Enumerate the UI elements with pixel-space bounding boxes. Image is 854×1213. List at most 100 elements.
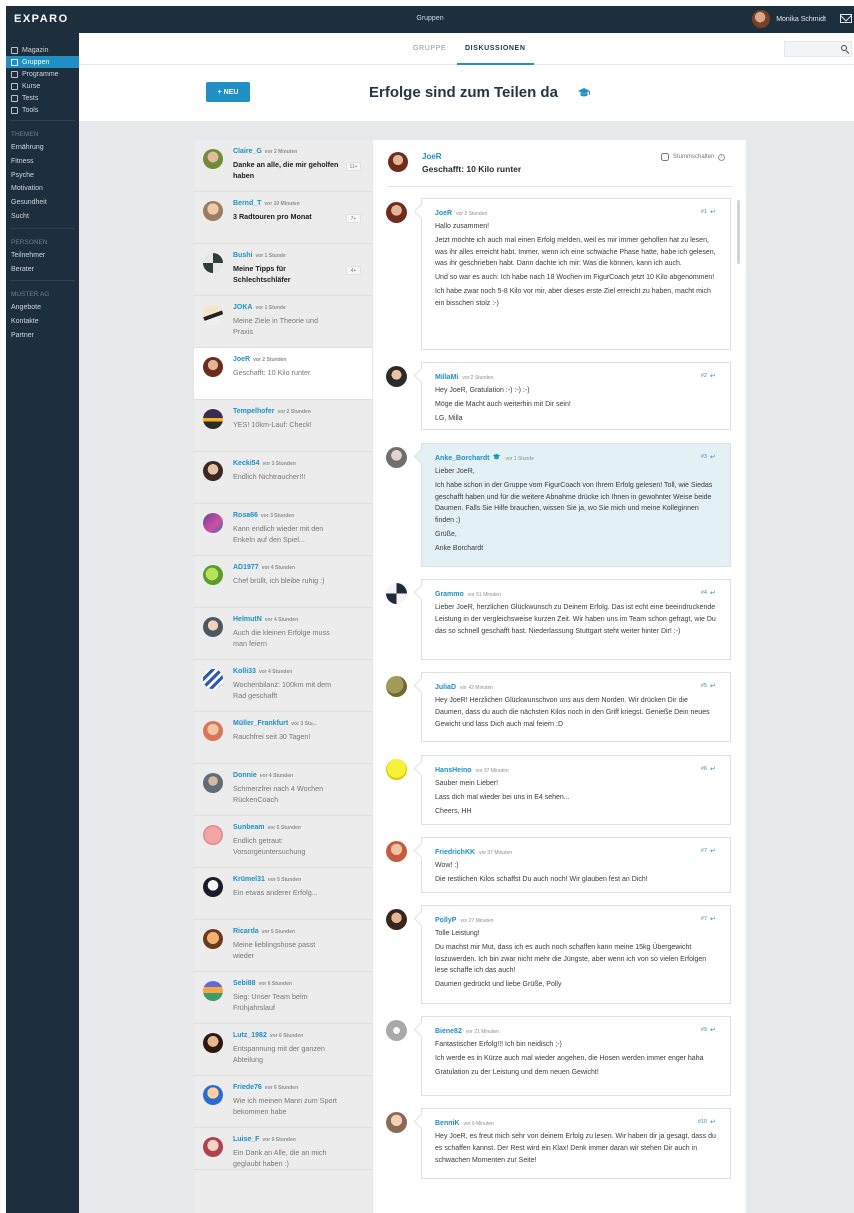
search-icon[interactable]	[841, 45, 847, 51]
post-avatar[interactable]	[386, 759, 407, 780]
post-number[interactable]: #2	[701, 373, 707, 379]
thread-title[interactable]: Endlich Nichtraucher!!!	[233, 472, 338, 483]
thread-title[interactable]: Meine lieblingshose passt wieder	[233, 940, 338, 961]
thread-user[interactable]: Müller_Frankfurt vor 3 Stu...	[233, 720, 317, 727]
thread-title[interactable]: Meine Tipps für Schlechtschläfer	[233, 264, 343, 285]
post-number[interactable]: #3	[701, 454, 707, 460]
thread-title[interactable]: YES! 10km-Lauf: Check!	[233, 420, 338, 431]
thread-avatar[interactable]	[203, 929, 223, 949]
thread-user-name[interactable]: JOKA	[233, 304, 252, 311]
thread-item[interactable]: Sebi88 vor 6 Stunden Sieg: Unser Team beim…	[194, 972, 372, 1024]
thread-item[interactable]: Donnie vor 4 Stunden Schmerzfrei nach 4 Wo…	[194, 764, 372, 816]
thread-user-name[interactable]: Donnie	[233, 772, 257, 779]
thread-title[interactable]: Wie ich meinen Mann zum Sport bekommen h…	[233, 1096, 338, 1117]
thread-avatar[interactable]	[203, 409, 223, 429]
thread-user-name[interactable]: Rosa66	[233, 512, 258, 519]
post-avatar[interactable]	[386, 841, 407, 862]
post-author[interactable]: JuliaD	[435, 684, 456, 691]
thread-user[interactable]: Luise_F vor 6 Stunden	[233, 1136, 296, 1143]
thread-user[interactable]: Claire_G vor 2 Minuten	[233, 148, 297, 155]
thread-item[interactable]: JoeR vor 2 Stunden Geschafft: 10 Kilo runt…	[194, 348, 372, 400]
thread-user[interactable]: AD1977 vor 4 Stunden	[233, 564, 295, 571]
thread-title[interactable]: Rauchfrei seit 30 Tagen!	[233, 732, 338, 743]
thread-avatar[interactable]	[203, 617, 223, 637]
post-number[interactable]: #1	[701, 209, 707, 215]
thread-user-name[interactable]: Krümel31	[233, 876, 265, 883]
thread-user[interactable]: Bushi vor 1 Stunde	[233, 252, 286, 259]
thread-user[interactable]: Sunbeam vor 5 Stunden	[233, 824, 301, 831]
thread-item[interactable]: Ricarda vor 5 Stunden Meine lieblingshose …	[194, 920, 372, 972]
thread-avatar[interactable]	[203, 669, 223, 689]
post-author[interactable]: Grammo	[435, 591, 464, 598]
thread-user-name[interactable]: Ricarda	[233, 928, 259, 935]
tab-gruppe[interactable]: GRUPPE	[413, 45, 446, 52]
thread-title[interactable]: Ein etwas anderer Erfolg...	[233, 888, 338, 899]
sidebar-item-kontakte[interactable]: Kontakte	[6, 315, 79, 329]
reply-icon[interactable]: ↵	[710, 454, 718, 461]
thread-title[interactable]: Ein Dank an Alle, die an mich geglaubt h…	[233, 1148, 338, 1169]
thread-avatar[interactable]	[203, 1085, 223, 1105]
post-author[interactable]: MillaMi	[435, 374, 458, 381]
user-name[interactable]: Monika Schmidt	[776, 16, 826, 23]
thread-user-name[interactable]: Kecki54	[233, 460, 259, 467]
reply-icon[interactable]: ↵	[710, 683, 718, 690]
thread-title[interactable]: Sieg: Unser Team beim Frühjahrslauf	[233, 992, 338, 1013]
sidebar-item-tests[interactable]: Tests	[6, 92, 79, 104]
thread-user[interactable]: Sebi88 vor 6 Stunden	[233, 980, 292, 987]
post-avatar[interactable]	[386, 583, 407, 604]
thread-user[interactable]: Bernd_T vor 10 Minuten	[233, 200, 300, 207]
reply-icon[interactable]: ↵	[710, 848, 718, 855]
post-avatar[interactable]	[386, 366, 407, 387]
thread-title[interactable]: 3 Radtouren pro Monat	[233, 212, 343, 223]
sidebar-item-angebote[interactable]: Angebote	[6, 301, 79, 315]
thread-user[interactable]: Ricarda vor 5 Stunden	[233, 928, 295, 935]
sidebar-item-kurse[interactable]: Kurse	[6, 80, 79, 92]
thread-user-name[interactable]: Sunbeam	[233, 824, 265, 831]
sidebar-item-ernährung[interactable]: Ernährung	[6, 141, 79, 155]
thread-title[interactable]: Geschafft: 10 Kilo runter	[233, 368, 338, 379]
sidebar-item-sucht[interactable]: Sucht	[6, 210, 79, 224]
thread-user-name[interactable]: Kolli33	[233, 668, 256, 675]
thread-user-name[interactable]: JoeR	[233, 356, 250, 363]
post-avatar[interactable]	[386, 1112, 407, 1133]
thread-title[interactable]: Chef brüllt, ich bleibe ruhig :)	[233, 576, 338, 587]
thread-user-name[interactable]: Müller_Frankfurt	[233, 720, 288, 727]
thread-item[interactable]: Krümel31 vor 5 Stunden Ein etwas anderer E…	[194, 868, 372, 920]
thread-item[interactable]: Müller_Frankfurt vor 3 Stu... Rauchfrei se…	[194, 712, 372, 764]
thread-avatar[interactable]	[203, 721, 223, 741]
mute-toggle[interactable]: Stummschalten i	[661, 153, 726, 161]
thread-user-name[interactable]: Lutz_1982	[233, 1032, 267, 1039]
thread-title[interactable]: Wochenbilanz: 100km mit dem Rad geschaff…	[233, 680, 338, 701]
post-avatar[interactable]	[386, 202, 407, 223]
post-number[interactable]: #5	[701, 683, 707, 689]
sidebar-item-fitness[interactable]: Fitness	[6, 155, 79, 169]
sidebar-item-tools[interactable]: Tools	[6, 104, 79, 116]
reply-icon[interactable]: ↵	[710, 1027, 718, 1034]
sidebar-item-partner[interactable]: Partner	[6, 329, 79, 343]
thread-user-name[interactable]: Sebi88	[233, 980, 256, 987]
thread-item[interactable]: Bushi vor 1 Stunde Meine Tipps für Schlech…	[194, 244, 372, 296]
thread-item[interactable]: HelmutN vor 4 Stunden Auch die kleinen Erf…	[194, 608, 372, 660]
thread-avatar[interactable]	[203, 877, 223, 897]
thread-avatar[interactable]	[203, 981, 223, 1001]
mute-checkbox[interactable]	[661, 153, 669, 161]
post-avatar[interactable]	[386, 447, 407, 468]
discussion-author[interactable]: JoeR	[422, 152, 442, 161]
thread-user[interactable]: JOKA vor 1 Stunde	[233, 304, 286, 311]
thread-title[interactable]: Auch die kleinen Erfolge muss man feiern	[233, 628, 338, 649]
author-avatar[interactable]	[388, 152, 408, 172]
thread-avatar[interactable]	[203, 1137, 223, 1157]
thread-avatar[interactable]	[203, 565, 223, 585]
thread-avatar[interactable]	[203, 825, 223, 845]
thread-item[interactable]: Tempelhofer vor 2 Stunden YES! 10km-Lauf: …	[194, 400, 372, 452]
sidebar-item-gesundheit[interactable]: Gesundheit	[6, 196, 79, 210]
sidebar-item-psyche[interactable]: Psyche	[6, 169, 79, 183]
thread-user-name[interactable]: HelmutN	[233, 616, 262, 623]
post-number[interactable]: #7	[701, 848, 707, 854]
post-avatar[interactable]	[386, 676, 407, 697]
thread-item[interactable]: Friede76 vor 6 Stunden Wie ich meinen Mann…	[194, 1076, 372, 1128]
reply-icon[interactable]: ↵	[710, 1119, 718, 1126]
reply-icon[interactable]: ↵	[710, 373, 718, 380]
tab-diskussionen[interactable]: DISKUSSIONEN	[457, 45, 533, 65]
post-avatar[interactable]	[386, 1020, 407, 1041]
